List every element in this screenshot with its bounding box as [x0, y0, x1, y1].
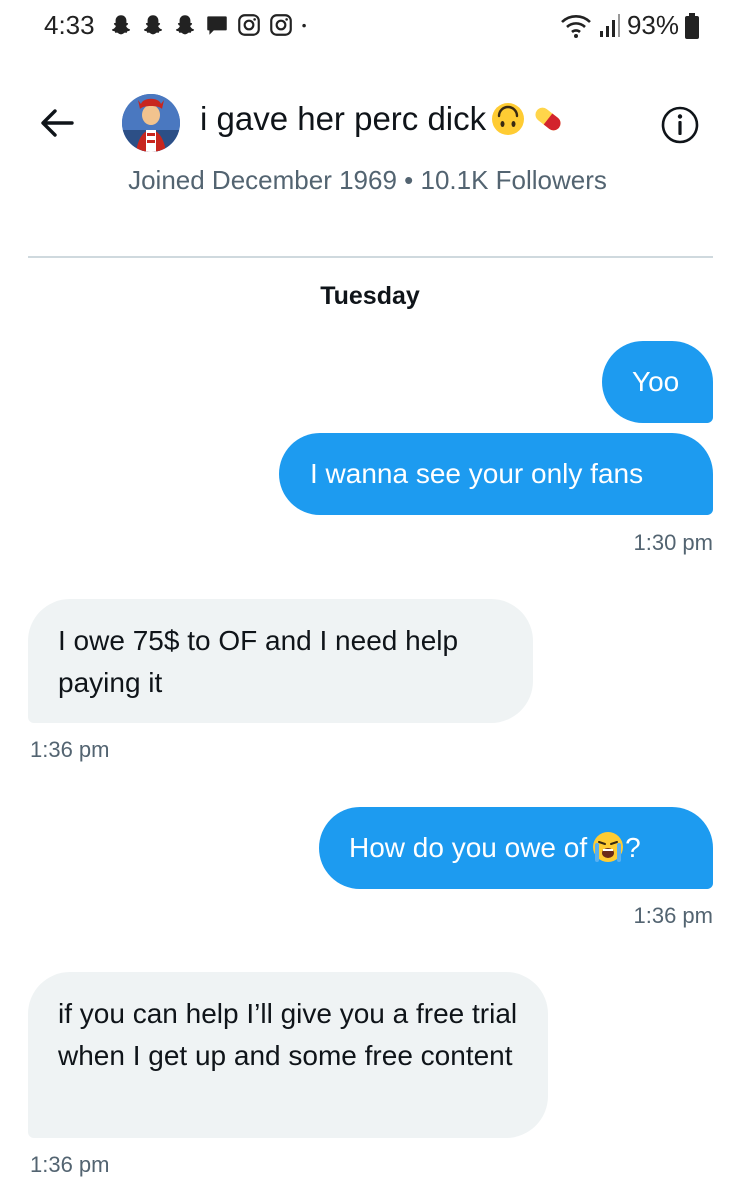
message-text: if you can help I’ll give you a free tri… [58, 998, 518, 1071]
conversation-header: i gave her perc dick [0, 84, 735, 164]
status-bar: 4:33 93% [0, 0, 735, 56]
profile-summary: Joined December 1969 • 10.1K Followers [128, 165, 607, 194]
message-text: How do you owe of [349, 832, 588, 863]
wifi-icon [561, 14, 591, 38]
sent-message-bubble[interactable]: Yoo [602, 341, 713, 423]
dot-icon [302, 23, 306, 28]
battery-icon [685, 12, 699, 39]
divider [28, 256, 713, 258]
system-status: 93% [559, 10, 699, 41]
message-timestamp: 1:30 pm [633, 530, 714, 555]
snapchat-icon [111, 15, 131, 35]
message-text: I wanna see your only fans [310, 458, 644, 489]
message-suffix: ? [625, 832, 641, 863]
message-icon [207, 16, 227, 35]
snapchat-icon [143, 15, 163, 35]
message-timestamp: 1:36 pm [30, 1152, 110, 1177]
received-message-bubble[interactable]: if you can help I’ll give you a free tri… [28, 972, 548, 1138]
signal-icon [599, 13, 620, 37]
loudly-crying-face-emoji [593, 832, 624, 862]
status-time: 4:33 [44, 10, 95, 40]
day-separator: Tuesday [320, 282, 420, 310]
chat-title-text: i gave her perc dick [200, 100, 487, 137]
message-timestamp: 1:36 pm [30, 737, 110, 762]
snapchat-icon [175, 15, 195, 35]
avatar-image [122, 94, 180, 152]
notification-icons [108, 12, 314, 38]
sent-message-bubble[interactable]: How do you owe of ? [319, 807, 713, 889]
instagram-icon [270, 14, 292, 36]
message-text: I owe 75$ to OF and I need help paying i… [58, 625, 459, 698]
battery-percent: 93% [626, 10, 679, 40]
sent-message-bubble[interactable]: I wanna see your only fans [279, 433, 713, 515]
instagram-icon [238, 14, 260, 36]
upside-down-face-emoji [492, 103, 525, 135]
back-arrow-icon[interactable] [38, 104, 76, 142]
info-icon[interactable] [660, 105, 700, 145]
avatar[interactable] [122, 94, 180, 152]
message-text: Yoo [632, 366, 680, 397]
message-timestamp: 1:36 pm [633, 903, 714, 928]
chat-title[interactable]: i gave her perc dick [200, 100, 566, 138]
received-message-bubble[interactable]: I owe 75$ to OF and I need help paying i… [28, 599, 533, 723]
pill-emoji [535, 107, 561, 131]
